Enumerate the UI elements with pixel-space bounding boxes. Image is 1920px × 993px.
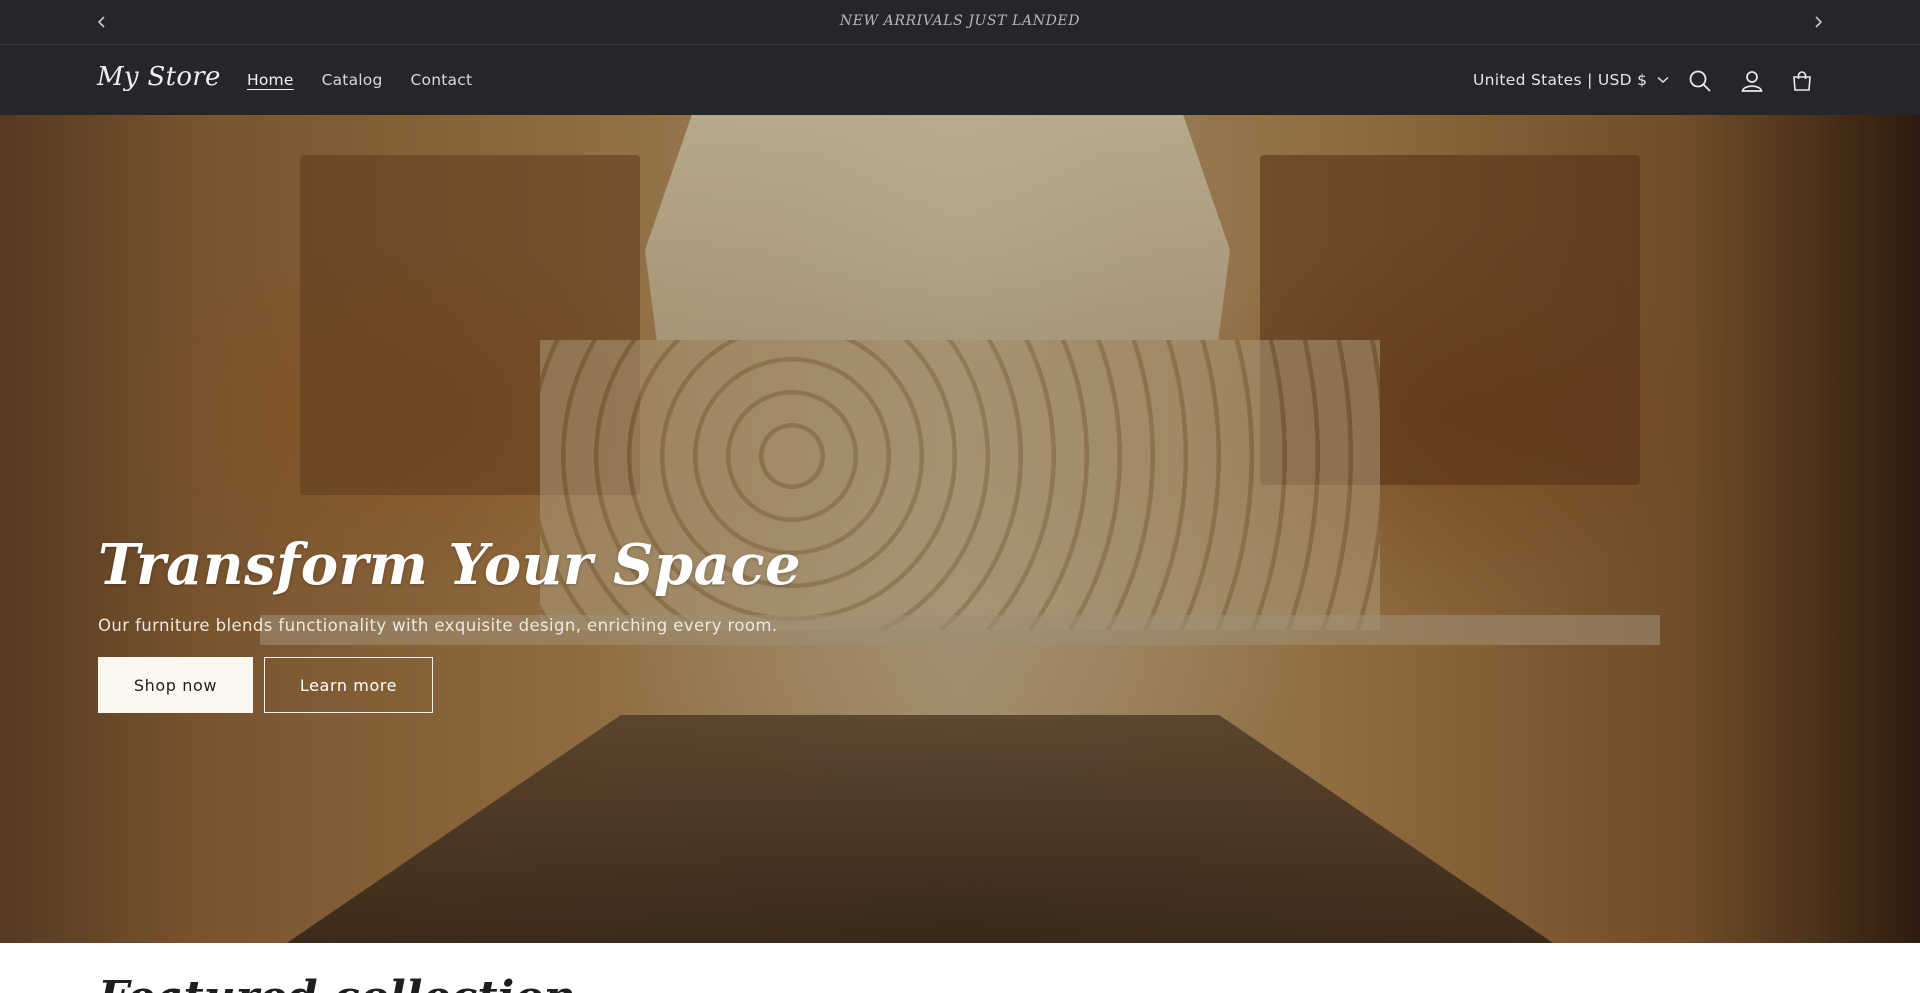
nav-link-home[interactable]: Home bbox=[247, 71, 294, 89]
hero-content: Transform Your Space Our furniture blend… bbox=[98, 537, 998, 713]
country-currency-label: United States | USD $ bbox=[1473, 71, 1648, 89]
hero-title: Transform Your Space bbox=[98, 532, 802, 598]
account-icon bbox=[1741, 71, 1763, 92]
hero-buttons: Shop now Learn more bbox=[98, 657, 998, 713]
hero-image-overlay bbox=[0, 115, 1920, 943]
search-icon bbox=[1689, 70, 1711, 92]
hero-subtitle: Our furniture blends functionality with … bbox=[98, 616, 778, 635]
featured-collection-section: Featured collection bbox=[0, 943, 1920, 993]
learn-more-button[interactable]: Learn more bbox=[264, 657, 433, 713]
cart-button[interactable] bbox=[1788, 67, 1816, 95]
nav-link-contact[interactable]: Contact bbox=[411, 71, 473, 89]
announcement-next-button[interactable] bbox=[1808, 12, 1828, 32]
search-button[interactable] bbox=[1686, 67, 1714, 95]
nav-link-catalog[interactable]: Catalog bbox=[322, 71, 383, 89]
main-nav: Home Catalog Contact bbox=[247, 71, 500, 89]
announcement-bar: NEW ARRIVALS JUST LANDED bbox=[0, 0, 1920, 45]
store-logo[interactable]: My Store bbox=[97, 62, 221, 92]
hero-banner: Transform Your Space Our furniture blend… bbox=[0, 115, 1920, 943]
cart-icon bbox=[1793, 71, 1811, 91]
featured-collection-heading: Featured collection bbox=[98, 976, 576, 993]
site-header: My Store Home Catalog Contact United Sta… bbox=[0, 45, 1920, 115]
chevron-right-icon bbox=[1815, 16, 1823, 28]
chevron-down-icon bbox=[1657, 76, 1669, 84]
shop-now-button[interactable]: Shop now bbox=[98, 657, 253, 713]
announcement-text: NEW ARRIVALS JUST LANDED bbox=[839, 13, 1081, 29]
account-button[interactable] bbox=[1738, 67, 1766, 95]
country-currency-selector[interactable]: United States | USD $ bbox=[1473, 71, 1669, 89]
